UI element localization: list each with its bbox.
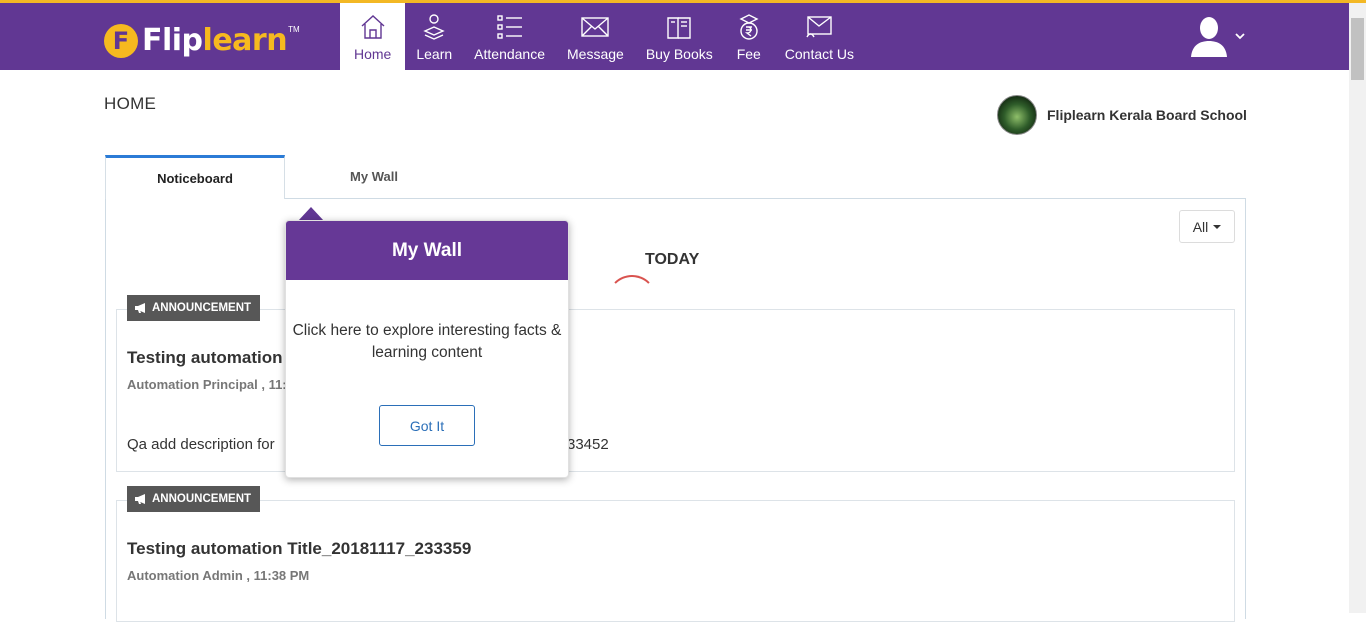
- got-it-button[interactable]: Got It: [379, 405, 475, 446]
- nav-contact-us[interactable]: Contact Us: [774, 3, 865, 70]
- scrollbar-thumb[interactable]: [1351, 18, 1364, 80]
- user-avatar-icon: [1191, 17, 1227, 57]
- nav-learn-label: Learn: [416, 46, 453, 62]
- school-avatar: [997, 95, 1037, 135]
- logo-text: Fliplearn: [142, 23, 288, 58]
- announcement-badge: ANNOUNCEMENT: [127, 486, 261, 512]
- popover-body: Click here to explore interesting facts …: [292, 322, 562, 361]
- contact-icon: [806, 16, 833, 38]
- popover-title: My Wall: [286, 221, 568, 280]
- nav-learn[interactable]: Learn: [405, 3, 463, 70]
- page-title: HOME: [104, 94, 157, 113]
- home-icon: [361, 15, 385, 39]
- badge-label: ANNOUNCEMENT: [152, 302, 252, 314]
- announcement-description-tail: 33452: [567, 436, 609, 453]
- nav-message[interactable]: Message: [556, 3, 635, 70]
- top-header: F Fliplearn TM Home Learn Attendance Mes…: [0, 3, 1349, 70]
- school-info: Fliplearn Kerala Board School: [997, 95, 1247, 135]
- message-icon: [581, 17, 610, 37]
- attendance-icon: [496, 15, 522, 39]
- books-icon: [667, 17, 691, 39]
- badge-label: ANNOUNCEMENT: [152, 493, 252, 505]
- logo-text-flip: Flip: [142, 23, 203, 58]
- nav-message-label: Message: [567, 46, 624, 62]
- my-wall-popover: My Wall Click here to explore interestin…: [285, 220, 569, 478]
- tab-noticeboard[interactable]: Noticeboard: [105, 155, 285, 199]
- nav-fee[interactable]: Fee: [724, 3, 774, 70]
- nav-attendance[interactable]: Attendance: [463, 3, 556, 70]
- announcement-badge: ANNOUNCEMENT: [127, 295, 261, 321]
- user-menu[interactable]: [1190, 15, 1246, 57]
- nav-fee-label: Fee: [736, 46, 761, 62]
- filter-value: All: [1192, 218, 1209, 235]
- nav-home[interactable]: Home: [340, 3, 406, 70]
- chevron-down-icon: [1235, 33, 1245, 40]
- brand-logo[interactable]: F Fliplearn TM: [104, 21, 300, 61]
- nav-buy-books[interactable]: Buy Books: [635, 3, 724, 70]
- nav-attendance-label: Attendance: [474, 46, 546, 62]
- fee-icon: [739, 14, 759, 40]
- nav-home-label: Home: [354, 46, 392, 62]
- nav-contact-us-label: Contact Us: [784, 46, 855, 62]
- announcement-card[interactable]: [116, 500, 1235, 622]
- announcement-description: Qa add description for: [127, 436, 275, 453]
- announcement-meta: Automation Admin , 11:38 PM: [127, 568, 310, 583]
- announcement-meta: Automation Principal , 11:3: [127, 377, 294, 392]
- feed-date-heading: TODAY: [645, 251, 700, 268]
- nav-buy-books-label: Buy Books: [645, 46, 713, 62]
- logo-text-learn: learn: [202, 23, 288, 58]
- megaphone-icon: [135, 303, 145, 313]
- school-name: Fliplearn Kerala Board School: [1047, 107, 1247, 123]
- tab-my-wall[interactable]: My Wall: [285, 155, 463, 198]
- page-scrollbar[interactable]: [1349, 3, 1366, 613]
- learn-icon: [423, 14, 445, 40]
- logo-trademark: TM: [288, 25, 300, 34]
- logo-mark: F: [104, 24, 138, 58]
- popover-arrow: [298, 207, 324, 221]
- caret-down-icon: [1213, 224, 1222, 229]
- filter-dropdown[interactable]: All: [1179, 210, 1235, 243]
- content-tabs: Noticeboard My Wall: [105, 155, 463, 199]
- announcement-title: Testing automation: [127, 348, 283, 367]
- announcement-title: Testing automation Title_20181117_233359: [127, 539, 472, 558]
- main-nav: Home Learn Attendance Message Buy Books …: [340, 3, 865, 70]
- megaphone-icon: [135, 494, 145, 504]
